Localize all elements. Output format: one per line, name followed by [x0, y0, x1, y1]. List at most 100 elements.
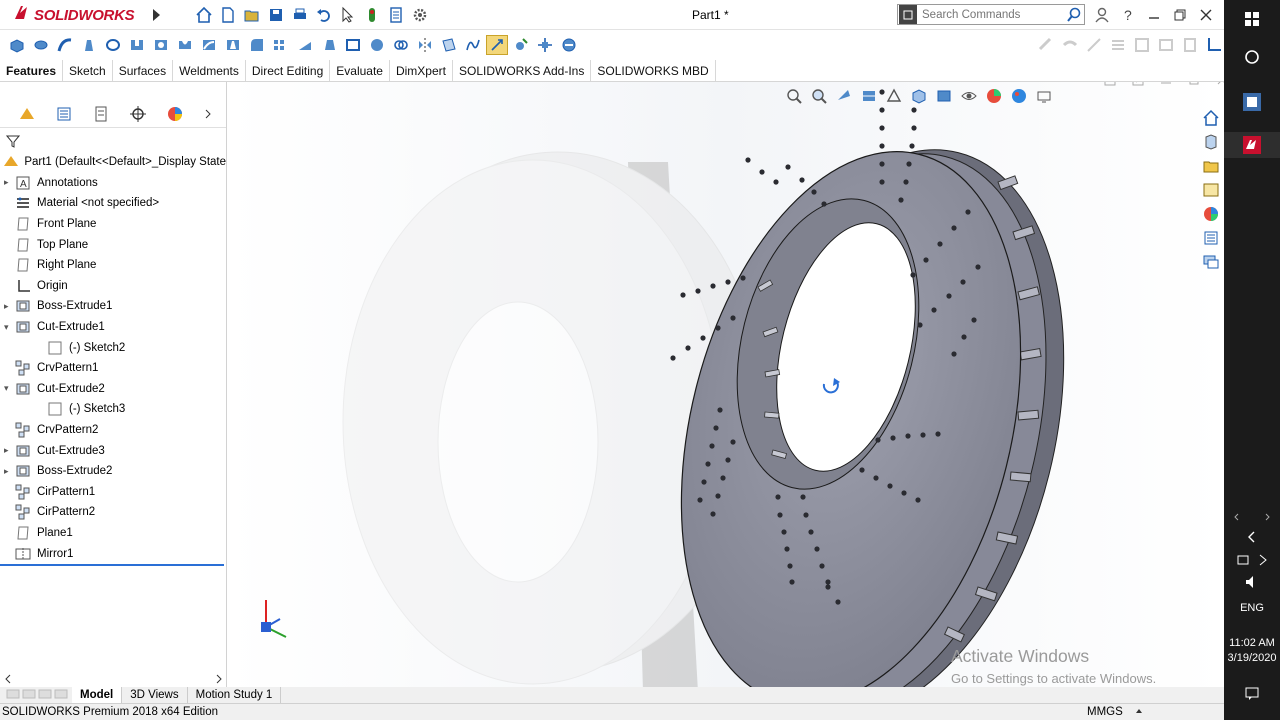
- faded-feature-icon[interactable]: [1060, 35, 1080, 55]
- user-icon[interactable]: [1092, 5, 1112, 25]
- tree-horizontal-scrollbar[interactable]: [0, 672, 226, 686]
- tab-surfaces[interactable]: Surfaces: [113, 60, 174, 81]
- solidworks-resources-icon[interactable]: [1198, 108, 1224, 128]
- shell-icon[interactable]: [342, 35, 364, 55]
- new-document-icon[interactable]: [218, 5, 238, 25]
- filter-icon[interactable]: [5, 134, 21, 151]
- property-manager-tab-icon[interactable]: [45, 104, 82, 124]
- tree-item[interactable]: (-) Sketch3: [0, 399, 226, 420]
- tree-item[interactable]: CirPattern1: [0, 482, 226, 503]
- tab-solidworks-add-ins[interactable]: SOLIDWORKS Add-Ins: [453, 60, 592, 81]
- expand-toggle-icon[interactable]: ▸: [4, 466, 14, 477]
- view-settings-icon[interactable]: [1033, 86, 1055, 106]
- tree-item[interactable]: CirPattern2: [0, 502, 226, 523]
- tree-item[interactable]: Material <not specified>: [0, 193, 226, 214]
- viewport-close-icon[interactable]: [1212, 82, 1224, 90]
- action-center-icon[interactable]: [1224, 684, 1280, 702]
- faded-line-icon[interactable]: [1084, 35, 1104, 55]
- rebuild-icon[interactable]: [362, 5, 382, 25]
- search-commands-box[interactable]: [897, 4, 1085, 25]
- search-icon[interactable]: [1064, 5, 1084, 25]
- tree-item[interactable]: (-) Sketch2: [0, 337, 226, 358]
- tree-item[interactable]: Right Plane: [0, 255, 226, 276]
- revolved-cut-icon[interactable]: [174, 35, 196, 55]
- draft-icon[interactable]: [318, 35, 340, 55]
- viewport-restore-icon[interactable]: [1184, 82, 1204, 90]
- dimxpert-manager-tab-icon[interactable]: [119, 104, 156, 124]
- tab-solidworks-mbd[interactable]: SOLIDWORKS MBD: [591, 60, 716, 81]
- extruded-cut-icon[interactable]: [126, 35, 148, 55]
- tree-item[interactable]: ▸ A Annotations: [0, 173, 226, 194]
- faded-grid-icon[interactable]: [1132, 35, 1152, 55]
- view-palette-icon[interactable]: [1198, 180, 1224, 200]
- tab-features[interactable]: Features: [0, 60, 64, 81]
- reference-geometry-icon[interactable]: [438, 35, 460, 55]
- boundary-boss-icon[interactable]: [102, 35, 124, 55]
- help-icon[interactable]: ?: [1118, 5, 1138, 25]
- tree-root-part[interactable]: Part1 (Default<<Default>_Display State: [0, 152, 226, 173]
- last-tab-icon[interactable]: [54, 688, 68, 703]
- appearances-icon[interactable]: [1198, 204, 1224, 224]
- hide-show-items-icon[interactable]: [958, 86, 980, 106]
- tab-sketch[interactable]: Sketch: [63, 60, 113, 81]
- windows-start-icon[interactable]: [1224, 8, 1280, 30]
- swept-cut-icon[interactable]: [198, 35, 220, 55]
- cortana-icon[interactable]: [1224, 46, 1280, 68]
- print-icon[interactable]: [290, 5, 310, 25]
- tree-item[interactable]: Top Plane: [0, 234, 226, 255]
- solidworks-logo[interactable]: SOLIDWORKS: [12, 3, 135, 27]
- forum-icon[interactable]: [1198, 252, 1224, 272]
- search-commands-input[interactable]: [922, 8, 1052, 21]
- tree-item[interactable]: ▸ Boss-Extrude2: [0, 461, 226, 482]
- faded-list-icon[interactable]: [1108, 35, 1128, 55]
- hole-wizard-icon[interactable]: [150, 35, 172, 55]
- apply-scene-icon[interactable]: [1008, 86, 1030, 106]
- tree-item[interactable]: ▾ Cut-Extrude2: [0, 379, 226, 400]
- tree-item[interactable]: ▸ Cut-Extrude3: [0, 440, 226, 461]
- undo-icon[interactable]: [314, 5, 334, 25]
- revolved-boss-icon[interactable]: [30, 35, 52, 55]
- zoom-area-icon[interactable]: [808, 86, 830, 106]
- tree-item[interactable]: CrvPattern2: [0, 420, 226, 441]
- combine-icon[interactable]: [558, 35, 580, 55]
- axis-icon[interactable]: [1204, 35, 1224, 55]
- expand-toggle-icon[interactable]: ▸: [4, 177, 14, 188]
- save-icon[interactable]: [266, 5, 286, 25]
- unit-menu-icon[interactable]: [1134, 705, 1144, 720]
- search-scope-icon[interactable]: [899, 5, 917, 24]
- tab-weldments[interactable]: Weldments: [173, 60, 246, 81]
- tree-item[interactable]: Front Plane: [0, 214, 226, 235]
- extruded-boss-icon[interactable]: [6, 35, 28, 55]
- view-orientation-icon[interactable]: [908, 86, 930, 106]
- tab-motion-study-1[interactable]: Motion Study 1: [188, 687, 282, 703]
- tree-item[interactable]: Mirror1: [0, 543, 226, 564]
- display-style-icon[interactable]: [933, 86, 955, 106]
- taskbar-scroll-icon[interactable]: [1224, 510, 1280, 524]
- restore-icon[interactable]: [1170, 5, 1190, 25]
- options-gear-icon[interactable]: [410, 5, 430, 25]
- linear-pattern-icon[interactable]: [270, 35, 292, 55]
- rib-icon[interactable]: [294, 35, 316, 55]
- dynamic-annotation-icon[interactable]: [883, 86, 905, 106]
- unit-system-selector[interactable]: MMGS: [1087, 706, 1123, 718]
- taskbar-app-icon[interactable]: [1224, 90, 1280, 114]
- move-body-icon[interactable]: [534, 35, 556, 55]
- language-indicator[interactable]: ENG: [1224, 600, 1280, 616]
- open-folder-icon[interactable]: [242, 5, 262, 25]
- tab-dimxpert[interactable]: DimXpert: [390, 60, 453, 81]
- faded-sketch-icon[interactable]: [1036, 35, 1056, 55]
- configuration-manager-tab-icon[interactable]: [82, 104, 119, 124]
- network-icon[interactable]: [1224, 550, 1280, 570]
- lofted-cut-icon[interactable]: [222, 35, 244, 55]
- taskbar-clock[interactable]: 11:02 AM 3/19/2020: [1224, 636, 1280, 666]
- graphics-area[interactable]: Activate Windows Go to Settings to activ…: [228, 82, 1224, 687]
- close-icon[interactable]: [1196, 5, 1216, 25]
- tree-item[interactable]: ▾ Cut-Extrude1: [0, 317, 226, 338]
- wrap-icon[interactable]: [366, 35, 388, 55]
- first-tab-icon[interactable]: [6, 688, 20, 703]
- select-arrow-icon[interactable]: [338, 5, 358, 25]
- show-hidden-icons-icon[interactable]: [1224, 528, 1280, 546]
- edit-appearance-icon[interactable]: [983, 86, 1005, 106]
- faded-table-icon[interactable]: [1156, 35, 1176, 55]
- viewport-expand-icon[interactable]: [1128, 82, 1148, 90]
